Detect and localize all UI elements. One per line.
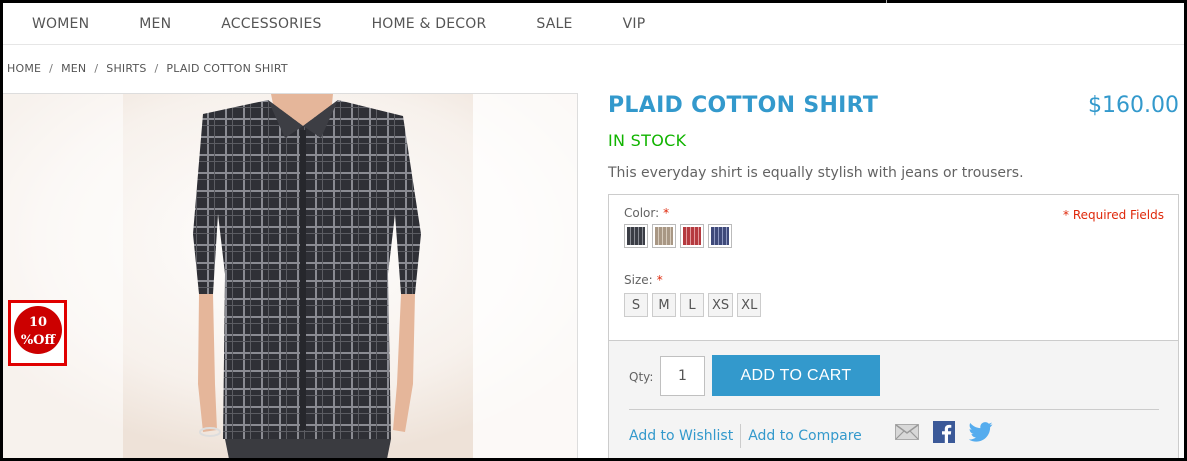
product-price: $160.00 <box>1088 93 1179 118</box>
color-swatches <box>624 224 736 248</box>
required-star: * <box>656 273 663 287</box>
add-to-compare-link[interactable]: Add to Compare <box>741 428 862 444</box>
required-star: * <box>663 206 670 220</box>
color-swatch[interactable] <box>624 224 648 248</box>
add-to-cart-button[interactable]: ADD TO CART <box>712 355 880 396</box>
breadcrumb: HOME / MEN / SHIRTS / PLAID COTTON SHIRT <box>7 62 288 75</box>
color-swatch[interactable] <box>652 224 676 248</box>
nav-item-women[interactable]: WOMEN <box>32 16 89 32</box>
required-fields-note: * Required Fields <box>1063 208 1164 222</box>
breadcrumb-separator: / <box>154 62 159 75</box>
nav-item-home-decor[interactable]: HOME & DECOR <box>372 16 487 32</box>
swatch-fill <box>711 227 729 245</box>
nav-item-accessories[interactable]: ACCESSORIES <box>221 16 321 32</box>
discount-unit: %Off <box>20 333 56 348</box>
nav-item-men[interactable]: MEN <box>139 16 171 32</box>
product-image[interactable] <box>3 93 578 458</box>
color-label-row: Color: * <box>624 206 669 220</box>
discount-value: 10 <box>28 315 48 330</box>
size-m[interactable]: M <box>652 293 676 317</box>
nav-item-sale[interactable]: SALE <box>536 16 572 32</box>
main-nav: WOMEN MEN ACCESSORIES HOME & DECOR SALE … <box>3 3 1184 45</box>
nav-item-vip[interactable]: VIP <box>623 16 646 32</box>
breadcrumb-current: PLAID COTTON SHIRT <box>166 62 288 75</box>
swatch-fill <box>655 227 673 245</box>
breadcrumb-separator: / <box>94 62 99 75</box>
breadcrumb-home[interactable]: HOME <box>7 62 41 75</box>
email-icon[interactable] <box>895 424 919 444</box>
size-xl[interactable]: XL <box>737 293 762 317</box>
breadcrumb-men[interactable]: MEN <box>61 62 86 75</box>
product-title: PLAID COTTON SHIRT <box>608 93 879 118</box>
qty-input[interactable]: 1 <box>660 356 705 396</box>
product-options: Color: * * Required Fields Size: * S M L X… <box>608 194 1179 340</box>
color-label: Color: <box>624 206 660 220</box>
color-swatch[interactable] <box>708 224 732 248</box>
breadcrumb-shirts[interactable]: SHIRTS <box>106 62 146 75</box>
size-label: Size: <box>624 273 653 287</box>
swatch-fill <box>683 227 701 245</box>
size-l[interactable]: L <box>680 293 704 317</box>
size-options: S M L XS XL <box>624 293 765 317</box>
size-s[interactable]: S <box>624 293 648 317</box>
stock-status: IN STOCK <box>608 131 687 150</box>
product-links: Add to Wishlist Add to Compare <box>629 424 862 448</box>
discount-circle: 10 %Off <box>14 306 62 354</box>
add-to-cart-box: Qty: 1 ADD TO CART Add to Wishlist Add t… <box>608 340 1179 458</box>
size-label-row: Size: * <box>624 273 663 287</box>
size-xs[interactable]: XS <box>708 293 734 317</box>
social-share <box>895 421 1007 447</box>
breadcrumb-separator: / <box>49 62 54 75</box>
add-to-wishlist-link[interactable]: Add to Wishlist <box>629 424 742 448</box>
facebook-icon[interactable] <box>933 421 955 447</box>
color-swatch[interactable] <box>680 224 704 248</box>
twitter-icon[interactable] <box>968 422 993 446</box>
cart-divider <box>629 409 1159 410</box>
product-description: This everyday shirt is equally stylish w… <box>608 165 1024 181</box>
swatch-fill <box>627 227 645 245</box>
discount-badge: 10 %Off <box>8 300 67 366</box>
qty-label: Qty: <box>629 370 654 384</box>
